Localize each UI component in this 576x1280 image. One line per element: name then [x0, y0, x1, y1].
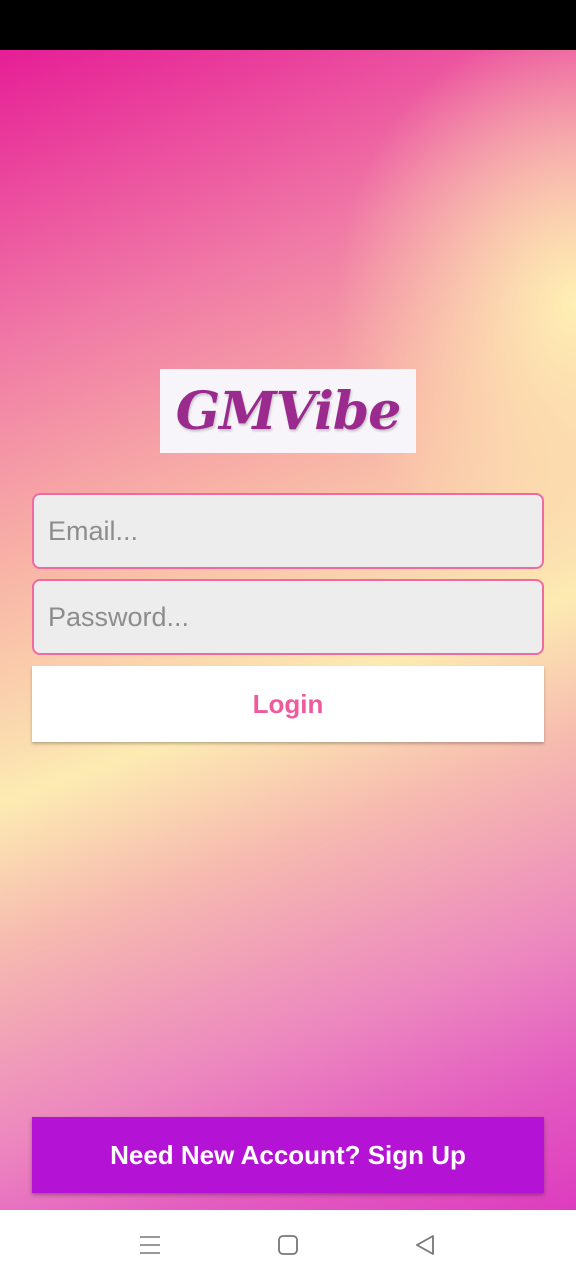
login-button-label: Login	[252, 688, 324, 719]
app-logo: GMVibe	[160, 369, 416, 453]
home-icon[interactable]	[258, 1210, 318, 1280]
email-field[interactable]	[32, 493, 544, 569]
login-button[interactable]: Login	[32, 666, 544, 742]
login-screen: GMVibe Login Need New Account? Sign Up	[0, 50, 576, 1210]
menu-icon[interactable]	[120, 1210, 180, 1280]
system-nav-bar	[0, 1210, 576, 1280]
back-icon[interactable]	[395, 1210, 455, 1280]
signup-button[interactable]: Need New Account? Sign Up	[32, 1117, 544, 1193]
status-bar	[0, 0, 576, 50]
signup-button-label: Need New Account? Sign Up	[110, 1139, 466, 1170]
password-field[interactable]	[32, 579, 544, 655]
logo-text: GMVibe	[175, 380, 402, 442]
